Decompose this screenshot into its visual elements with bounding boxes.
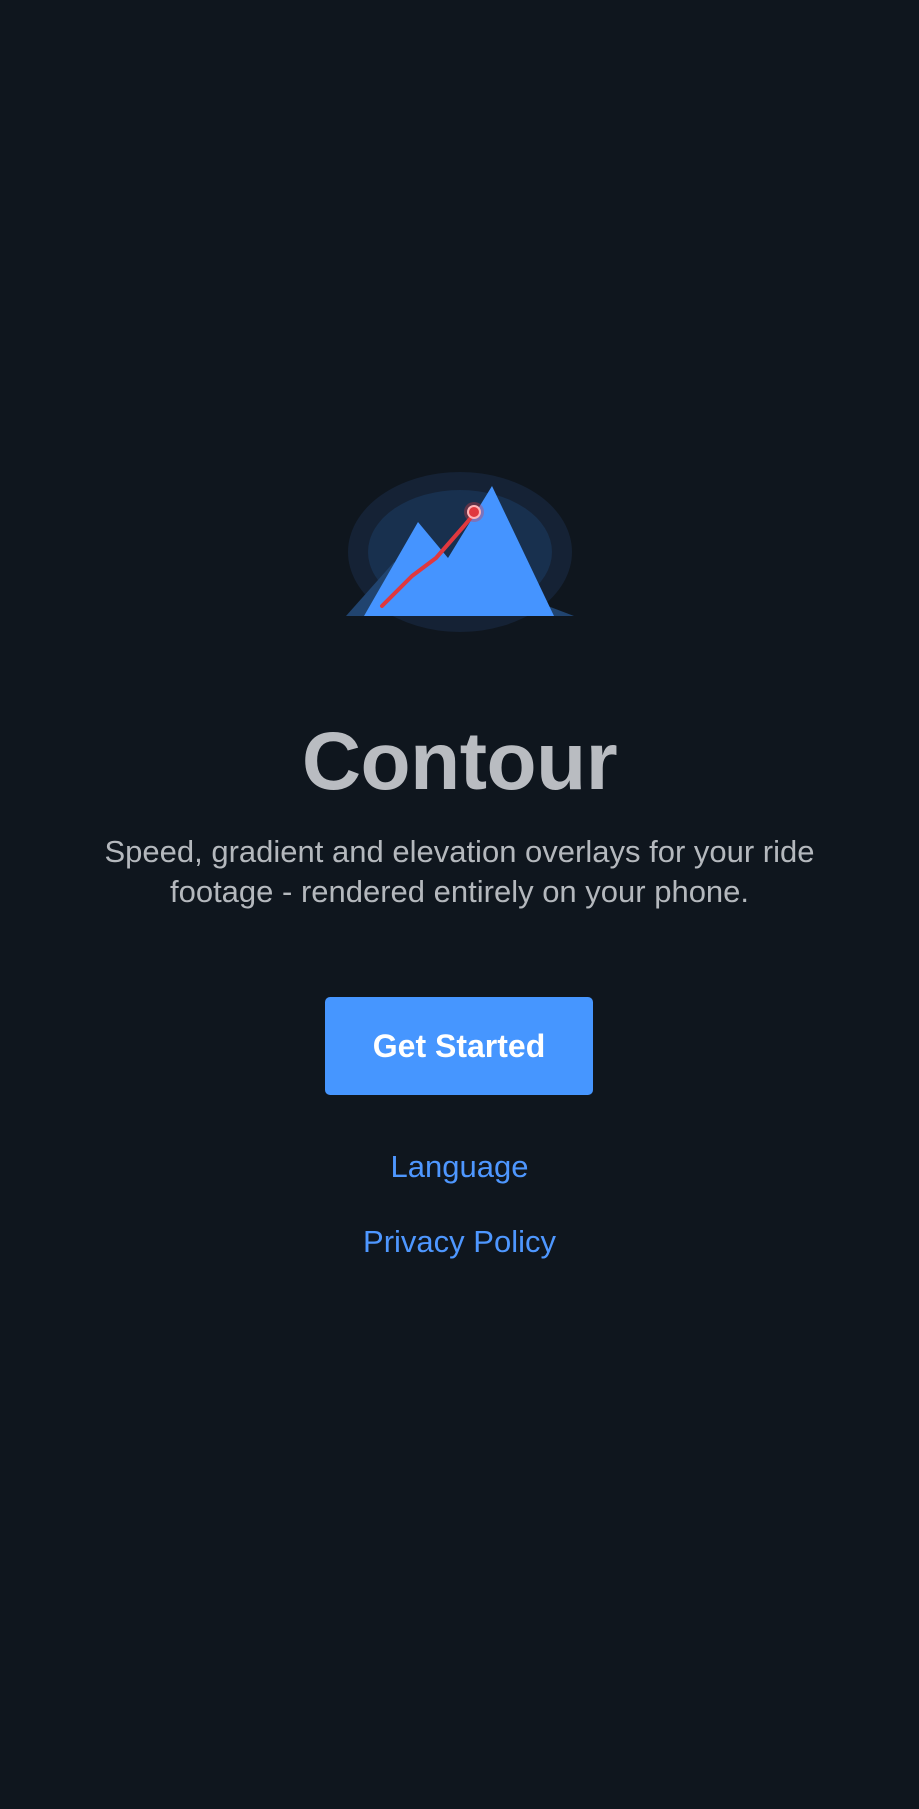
privacy-policy-link[interactable]: Privacy Policy — [0, 1222, 919, 1262]
app-tagline: Speed, gradient and elevation overlays f… — [104, 834, 815, 909]
language-link[interactable]: Language — [0, 1147, 919, 1187]
mountain-route-icon — [346, 472, 574, 632]
app-title: Contour — [301, 716, 618, 807]
get-started-button[interactable]: Get Started — [325, 997, 593, 1095]
welcome-screen: Contour Speed, gradient and elevation ov… — [0, 0, 919, 1809]
logo-route-pin — [467, 505, 481, 519]
